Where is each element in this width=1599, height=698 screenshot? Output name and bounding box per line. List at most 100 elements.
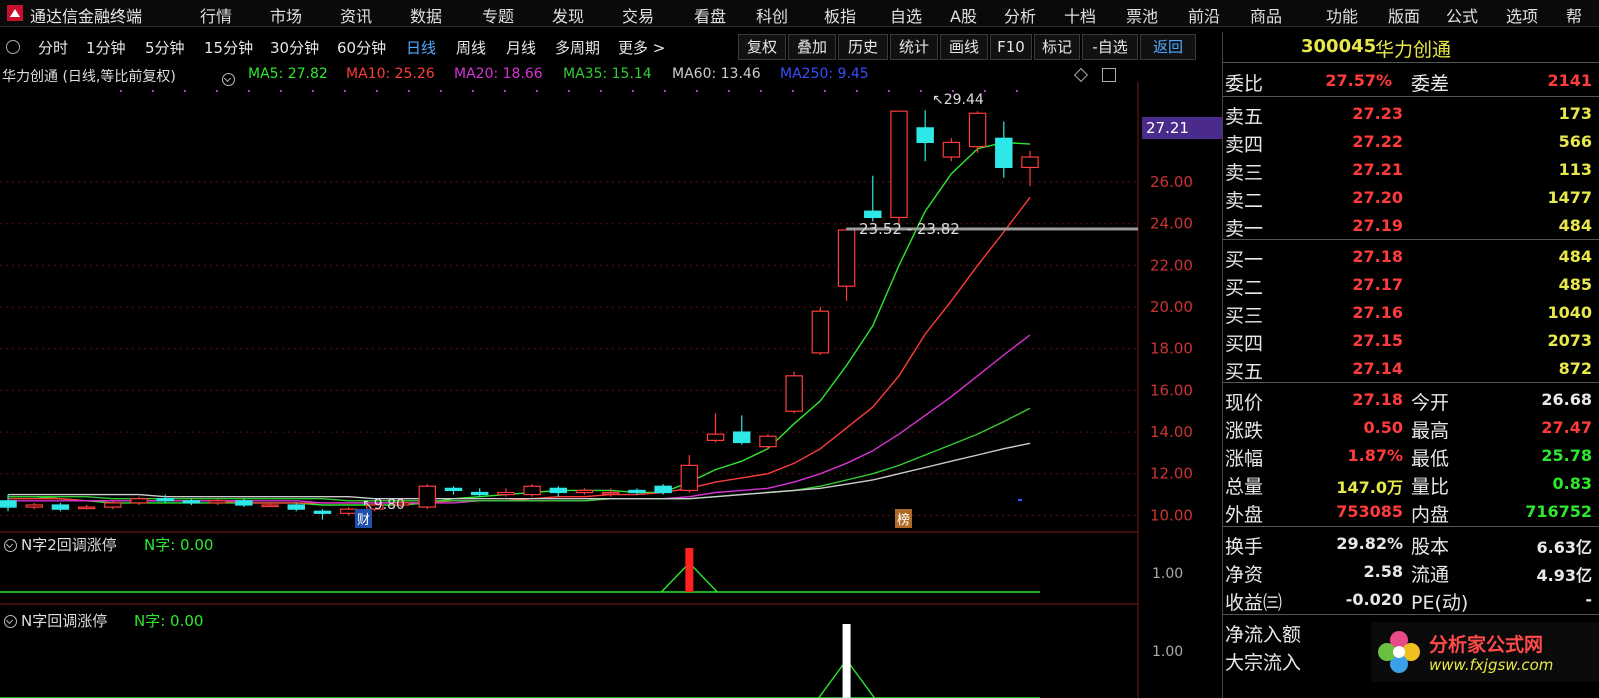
stat-row: 涨跌 0.50 最高 27.47	[1223, 414, 1599, 442]
menu-item[interactable]: 看盘	[694, 3, 726, 27]
menu-item[interactable]: 商品	[1250, 3, 1282, 27]
candle[interactable]	[864, 210, 882, 219]
candle[interactable]	[785, 375, 803, 412]
period-tab[interactable]: 更多 >	[618, 37, 665, 58]
toolbar-button[interactable]: F10	[990, 34, 1032, 60]
menu-item[interactable]: 公式	[1446, 3, 1478, 27]
menu-item[interactable]: A股	[950, 3, 977, 27]
candle[interactable]	[418, 485, 437, 508]
menu-item[interactable]: 交易	[622, 3, 654, 27]
candle[interactable]	[654, 485, 672, 494]
menu-item[interactable]: 帮	[1566, 3, 1582, 27]
toolbar-toggle-icon[interactable]	[6, 40, 20, 54]
menu-item[interactable]: 市场	[270, 3, 302, 27]
candle[interactable]	[130, 498, 148, 504]
candle[interactable]	[313, 510, 332, 514]
candle[interactable]	[470, 491, 489, 496]
book-row[interactable]: 买一 27.18 484	[1223, 243, 1599, 271]
menu-item[interactable]: 分析	[1004, 3, 1036, 27]
candle[interactable]	[1021, 156, 1039, 169]
menu-item[interactable]: 十档	[1064, 3, 1096, 27]
menu-item[interactable]: 板指	[824, 3, 856, 27]
indicator-signal-bar[interactable]	[685, 548, 694, 592]
candle[interactable]	[811, 310, 830, 354]
period-tab[interactable]: 60分钟	[337, 37, 386, 58]
period-tab[interactable]: 周线	[456, 37, 486, 58]
candle[interactable]	[628, 489, 646, 494]
rank-tag[interactable]: 榜	[895, 509, 913, 528]
period-tab[interactable]: 多周期	[555, 37, 600, 58]
menu-item[interactable]: 功能	[1326, 3, 1358, 27]
menu-item[interactable]: 票池	[1126, 3, 1158, 27]
toolbar-button[interactable]: -自选	[1082, 34, 1138, 60]
period-tab[interactable]: 日线	[406, 37, 436, 58]
book-row[interactable]: 卖一 27.19 484	[1223, 212, 1599, 240]
candle[interactable]	[837, 229, 856, 287]
candle[interactable]	[916, 127, 934, 144]
book-row[interactable]: 卖四 27.22 566	[1223, 128, 1599, 156]
toolbar-button[interactable]: 复权	[738, 34, 786, 60]
toolbar-button[interactable]: 历史	[838, 34, 888, 60]
menu-item[interactable]: 版面	[1388, 3, 1420, 27]
candle[interactable]	[287, 504, 305, 510]
book-row[interactable]: 卖五 27.23 173	[1223, 100, 1599, 128]
candle[interactable]	[51, 504, 70, 510]
menu-item[interactable]: 科创	[756, 3, 788, 27]
toolbar-button[interactable]: 标记	[1034, 34, 1080, 60]
candle[interactable]	[942, 141, 961, 158]
indicator-signal-bar[interactable]	[842, 624, 851, 698]
toolbar-button[interactable]: 返回	[1140, 34, 1196, 60]
candle[interactable]	[575, 489, 594, 494]
period-tab[interactable]: 分时	[38, 37, 68, 58]
period-tab[interactable]: 1分钟	[86, 37, 126, 58]
candle[interactable]	[156, 498, 174, 502]
menu-item[interactable]: 自选	[890, 3, 922, 27]
candle[interactable]	[523, 485, 541, 496]
candle[interactable]	[208, 500, 227, 504]
menu-item[interactable]: 专题	[482, 3, 514, 27]
candle[interactable]	[182, 500, 201, 504]
book-level-label: 卖三	[1225, 162, 1264, 184]
finance-tag[interactable]: 财	[355, 509, 373, 528]
candle[interactable]	[0, 500, 17, 508]
candle[interactable]	[890, 110, 908, 219]
toolbar-button[interactable]: 画线	[940, 34, 988, 60]
panel-toggle-icon[interactable]	[1102, 68, 1116, 82]
candle[interactable]	[968, 112, 987, 148]
book-row[interactable]: 卖三 27.21 113	[1223, 156, 1599, 184]
book-row[interactable]: 买二 27.17 485	[1223, 271, 1599, 299]
candle[interactable]	[444, 487, 463, 492]
period-tab[interactable]: 15分钟	[204, 37, 253, 58]
book-row[interactable]: 买五 27.14 872	[1223, 355, 1599, 383]
period-tab[interactable]: 月线	[506, 37, 536, 58]
candle[interactable]	[759, 435, 777, 448]
candle[interactable]	[706, 433, 725, 441]
toolbar-button[interactable]: 叠加	[788, 34, 836, 60]
toolbar-button[interactable]: 统计	[890, 34, 938, 60]
candle[interactable]	[235, 500, 253, 506]
candle[interactable]	[601, 491, 620, 495]
menu-item[interactable]: 资讯	[340, 3, 372, 27]
candle[interactable]	[104, 502, 122, 508]
kline-chart[interactable]: 10.00 12.00 14.00 16.00 18.00 20.00 22.00 24.00…	[0, 82, 1222, 698]
menu-item[interactable]: 数据	[410, 3, 442, 27]
menu-item[interactable]: 前沿	[1188, 3, 1220, 27]
period-tab[interactable]: 5分钟	[145, 37, 185, 58]
candle[interactable]	[680, 464, 699, 492]
book-row[interactable]: 买四 27.15 2073	[1223, 327, 1599, 355]
range-label: 23.52 - 23.82	[859, 220, 960, 238]
candle[interactable]	[733, 431, 751, 444]
menu-item[interactable]: 行情	[200, 3, 232, 27]
book-row[interactable]: 卖二 27.20 1477	[1223, 184, 1599, 212]
candle[interactable]	[25, 504, 43, 508]
menu-item[interactable]: 选项	[1506, 3, 1538, 27]
candle[interactable]	[549, 487, 568, 494]
menu-item[interactable]: 发现	[552, 3, 584, 27]
period-tab[interactable]: 30分钟	[270, 37, 319, 58]
diamond-icon[interactable]	[1073, 67, 1089, 83]
candle[interactable]	[77, 506, 96, 510]
book-row[interactable]: 买三 27.16 1040	[1223, 299, 1599, 327]
candle[interactable]	[261, 504, 279, 508]
candle[interactable]	[995, 137, 1013, 169]
candle[interactable]	[497, 491, 515, 496]
